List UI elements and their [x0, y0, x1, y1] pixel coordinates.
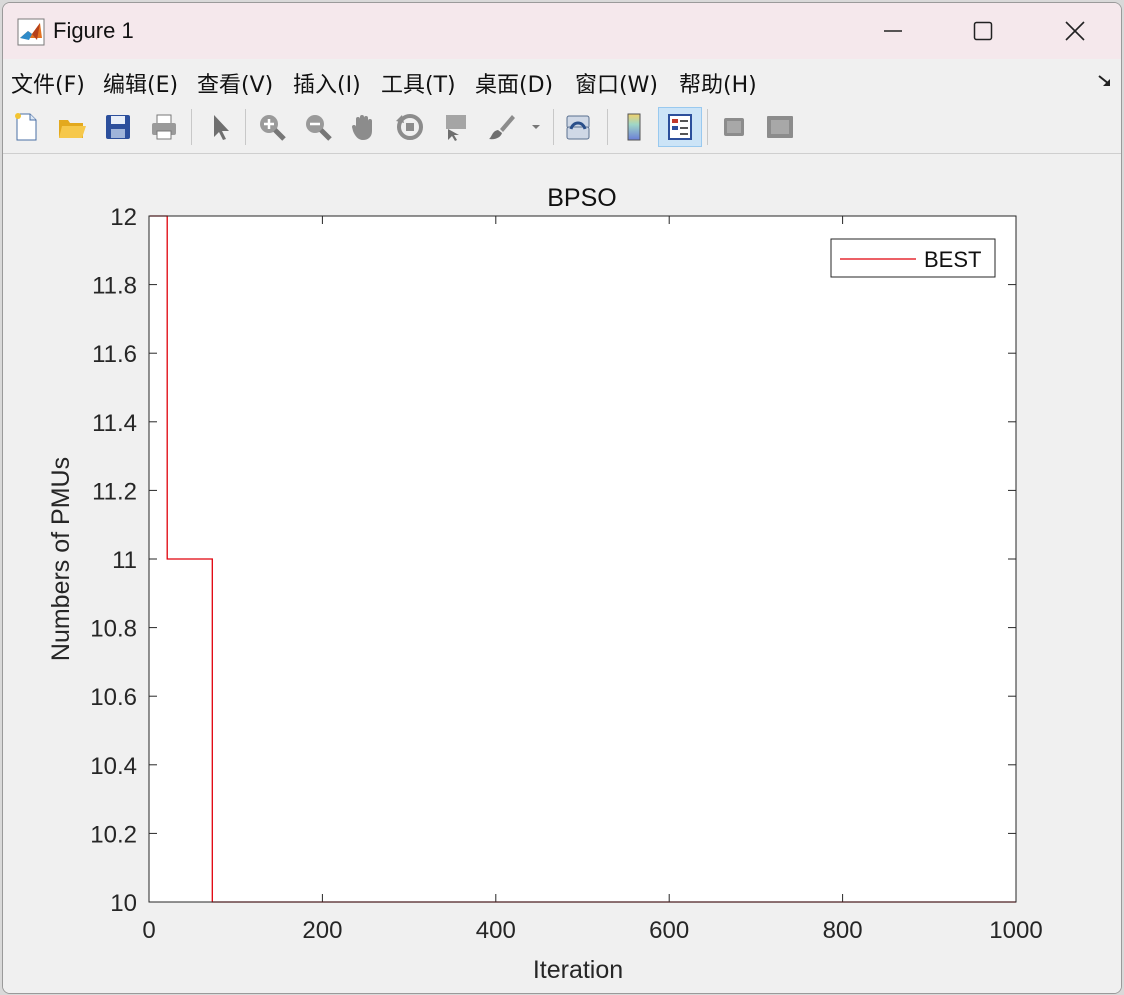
colorbar-icon[interactable] — [615, 107, 653, 147]
minimize-icon — [884, 30, 902, 32]
zoom-out-icon[interactable] — [299, 107, 337, 147]
maximize-icon — [973, 21, 993, 41]
menu-tools[interactable]: 工具(T) — [381, 67, 456, 99]
y-tick-label: 10 — [110, 890, 137, 917]
x-tick-label: 600 — [649, 917, 689, 944]
toolbar-separator — [707, 109, 708, 145]
zoom-in-icon[interactable] — [253, 107, 291, 147]
minimize-button[interactable] — [847, 3, 939, 59]
brush-dropdown-icon[interactable] — [525, 107, 547, 147]
data-cursor-icon[interactable] — [437, 107, 475, 147]
y-tick-label: 11 — [112, 547, 137, 574]
close-icon — [1065, 21, 1085, 41]
title-bar[interactable]: Figure 1 — [3, 3, 1121, 59]
x-tick-label: 400 — [476, 917, 516, 944]
matlab-icon — [17, 18, 45, 46]
menu-edit[interactable]: 编辑(E) — [103, 67, 178, 99]
x-tick-label: 0 — [142, 917, 155, 944]
link-plot-icon[interactable] — [559, 107, 597, 147]
dock-arrow-icon[interactable] — [1097, 73, 1113, 89]
maximize-button[interactable] — [937, 3, 1029, 59]
menu-insert[interactable]: 插入(I) — [293, 67, 361, 99]
x-tick-label: 1000 — [989, 917, 1042, 944]
y-axis-label: Numbers of PMUs — [47, 457, 75, 661]
menu-desktop[interactable]: 桌面(D) — [475, 67, 553, 99]
brush-icon[interactable] — [483, 107, 521, 147]
pointer-icon[interactable] — [201, 107, 239, 147]
y-tick-label: 10.2 — [90, 821, 137, 848]
figure-canvas[interactable]: 0 200 400 600 800 1000 10 10.2 10.4 10.6 10.8 11 11… — [3, 154, 1121, 993]
y-tick-label: 11.6 — [92, 341, 137, 368]
figure-window: Figure 1 文件(F) 编辑(E) 查看(V) 插入(I) 工具(T) 桌… — [2, 2, 1122, 994]
chart[interactable]: 0 200 400 600 800 1000 10 10.2 10.4 10.6 10.8 11 11… — [3, 154, 1121, 993]
close-button[interactable] — [1029, 3, 1121, 59]
toolbar-separator — [607, 109, 608, 145]
print-icon[interactable] — [145, 107, 183, 147]
x-tick-label: 200 — [302, 917, 342, 944]
new-figure-icon[interactable] — [7, 107, 45, 147]
legend[interactable]: BEST — [830, 238, 996, 278]
chart-title: BPSO — [547, 184, 616, 212]
legend-icon[interactable] — [658, 107, 702, 147]
toolbar-separator — [245, 109, 246, 145]
show-plot-tools-icon[interactable] — [761, 107, 799, 147]
y-tick-label: 11.2 — [92, 478, 137, 505]
window-title: Figure 1 — [53, 18, 134, 43]
menu-file[interactable]: 文件(F) — [11, 67, 85, 99]
y-tick-label: 10.8 — [90, 616, 137, 643]
rotate-3d-icon[interactable] — [391, 107, 429, 147]
y-tick-label: 11.4 — [92, 410, 137, 437]
y-tick-label: 11.8 — [92, 273, 137, 300]
menu-bar: 文件(F) 编辑(E) 查看(V) 插入(I) 工具(T) 桌面(D) 窗口(W… — [3, 59, 1121, 101]
y-tick-label: 10.6 — [90, 684, 137, 711]
menu-help[interactable]: 帮助(H) — [679, 67, 757, 99]
x-tick-label: 800 — [823, 917, 863, 944]
x-axis-label: Iteration — [533, 956, 623, 984]
y-tick-label: 10.4 — [90, 753, 137, 780]
save-icon[interactable] — [99, 107, 137, 147]
pan-hand-icon[interactable] — [345, 107, 383, 147]
menu-view[interactable]: 查看(V) — [197, 67, 273, 99]
axes-background — [149, 216, 1016, 902]
toolbar-separator — [191, 109, 192, 145]
toolbar — [3, 101, 1121, 154]
toolbar-separator — [553, 109, 554, 145]
menu-window[interactable]: 窗口(W) — [575, 67, 658, 99]
hide-plot-tools-icon[interactable] — [715, 107, 753, 147]
open-folder-icon[interactable] — [53, 107, 91, 147]
legend-label-best: BEST — [924, 247, 981, 272]
y-tick-label: 12 — [110, 204, 137, 231]
